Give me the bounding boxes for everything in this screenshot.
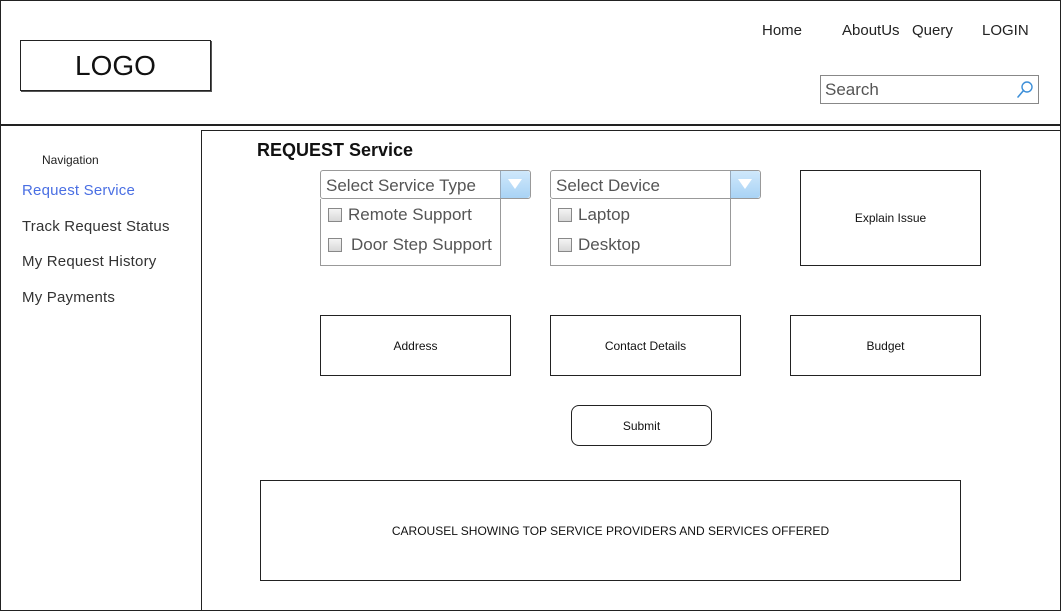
explain-issue-label: Explain Issue	[854, 211, 927, 225]
search-box	[820, 75, 1039, 104]
sidebar-item-my-request-history[interactable]: My Request History	[22, 253, 156, 270]
nav-query-link[interactable]: Query	[912, 22, 953, 39]
nav-about-link[interactable]: AboutUs	[842, 22, 900, 39]
sidebar-item-request-service[interactable]: Request Service	[22, 182, 135, 199]
sidebar-item-track-request-status[interactable]: Track Request Status	[22, 218, 170, 235]
device-options: Laptop Desktop	[550, 199, 731, 266]
option-desktop[interactable]: Desktop	[558, 235, 640, 255]
logo-text: LOGO	[75, 49, 156, 81]
carousel-text: CAROUSEL SHOWING TOP SERVICE PROVIDERS A…	[391, 523, 830, 538]
chevron-down-icon	[508, 179, 522, 189]
option-remote-support[interactable]: Remote Support	[328, 205, 472, 225]
remote-support-label: Remote Support	[348, 205, 472, 224]
laptop-checkbox[interactable]	[558, 208, 572, 222]
service-providers-carousel[interactable]: CAROUSEL SHOWING TOP SERVICE PROVIDERS A…	[260, 480, 961, 581]
contact-details-label: Contact Details	[604, 338, 687, 353]
device-select-label: Select Device	[556, 176, 660, 195]
address-label: Address	[393, 338, 438, 353]
laptop-label: Laptop	[578, 205, 630, 224]
option-laptop[interactable]: Laptop	[558, 205, 630, 225]
address-field[interactable]: Address	[320, 315, 511, 376]
submit-button[interactable]: Submit	[571, 405, 712, 446]
search-icon[interactable]	[1015, 80, 1035, 100]
budget-field[interactable]: Budget	[790, 315, 981, 376]
contact-details-field[interactable]: Contact Details	[550, 315, 741, 376]
sidebar-item-my-payments[interactable]: My Payments	[22, 289, 115, 306]
device-select[interactable]: Select Device	[550, 170, 761, 199]
budget-label: Budget	[866, 338, 905, 353]
nav-home-link[interactable]: Home	[762, 22, 802, 39]
chevron-down-icon	[738, 179, 752, 189]
header-divider	[0, 124, 1061, 126]
sidebar-title: Navigation	[42, 153, 99, 167]
service-type-select-label: Select Service Type	[326, 176, 476, 195]
page-title: REQUEST Service	[257, 140, 414, 160]
nav-login-link[interactable]: LOGIN	[982, 22, 1029, 39]
service-type-options: Remote Support Door Step Support	[320, 199, 501, 266]
service-type-dropdown-button[interactable]	[500, 171, 530, 198]
door-step-support-checkbox[interactable]	[328, 238, 342, 252]
desktop-label: Desktop	[578, 235, 641, 254]
desktop-checkbox[interactable]	[558, 238, 572, 252]
search-input[interactable]	[821, 76, 1015, 103]
service-type-select[interactable]: Select Service Type	[320, 170, 531, 199]
door-step-support-label: Door Step Support	[351, 235, 492, 254]
option-door-step-support[interactable]: Door Step Support	[328, 235, 492, 255]
device-dropdown-button[interactable]	[730, 171, 760, 198]
explain-issue-field[interactable]: Explain Issue	[800, 170, 981, 266]
logo: LOGO	[20, 40, 211, 91]
remote-support-checkbox[interactable]	[328, 208, 342, 222]
